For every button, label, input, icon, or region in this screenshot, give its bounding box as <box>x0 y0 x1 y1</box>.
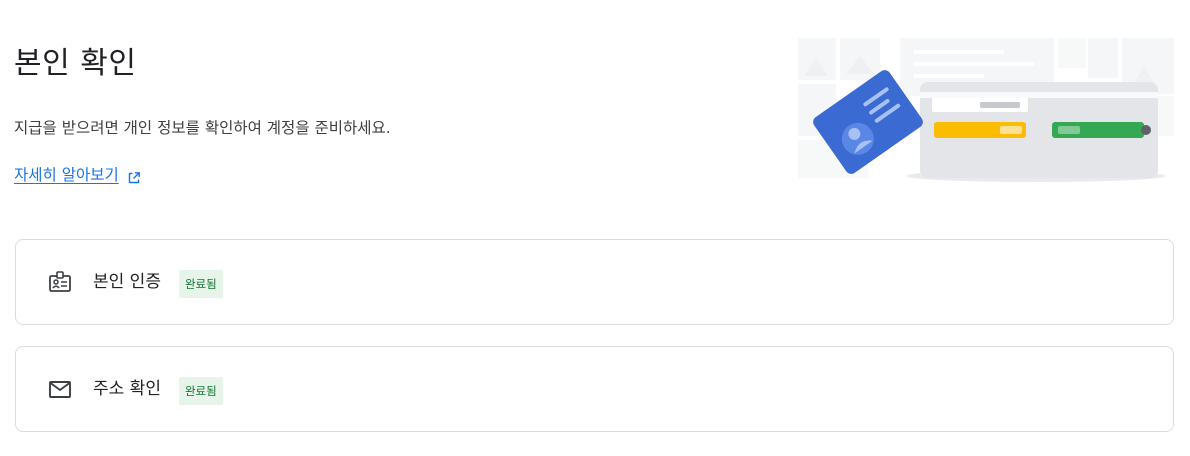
page-description: 지급을 받으려면 개인 정보를 확인하여 계정을 준비하세요. <box>14 119 391 137</box>
learn-more-label: 자세히 알아보기 <box>14 166 119 184</box>
id-card-and-wallet-illustration <box>796 36 1176 186</box>
page-title: 본인 확인 <box>14 46 137 81</box>
id-badge-icon <box>47 269 73 295</box>
item-label: 주소 확인 <box>93 379 161 399</box>
address-verification-item[interactable]: 주소 확인 완료됨 <box>15 346 1174 432</box>
mail-icon <box>47 376 73 402</box>
external-link-icon <box>127 168 141 184</box>
identity-verification-item[interactable]: 본인 인증 완료됨 <box>15 239 1174 325</box>
status-badge: 완료됨 <box>178 377 223 405</box>
item-label: 본인 인증 <box>93 272 161 292</box>
status-badge: 완료됨 <box>178 270 223 298</box>
learn-more-link[interactable]: 자세히 알아보기 <box>14 163 141 187</box>
verify-identity-page: 본인 확인 지급을 받으려면 개인 정보를 확인하여 계정을 준비하세요. 자세… <box>0 0 1190 456</box>
